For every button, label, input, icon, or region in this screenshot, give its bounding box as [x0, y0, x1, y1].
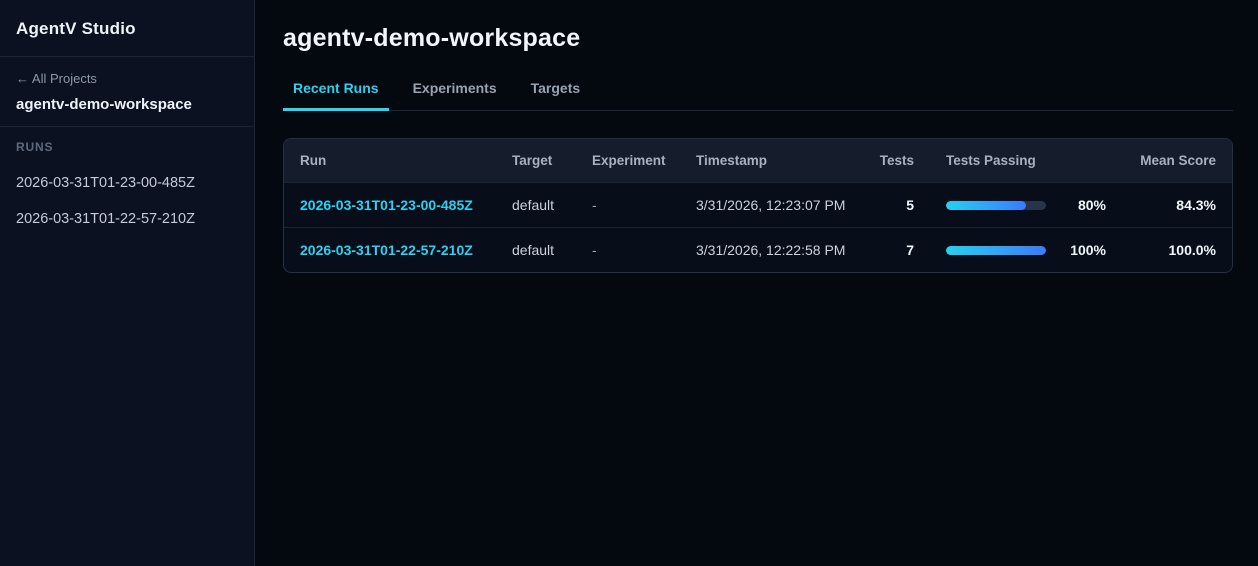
tab-targets[interactable]: Targets [521, 80, 591, 111]
tests-passing-cell: 100% [946, 242, 1106, 258]
sidebar-run-item[interactable]: 2026-03-31T01-23-00-485Z [16, 175, 238, 191]
main-content: agentv-demo-workspace Recent Runs Experi… [255, 0, 1258, 566]
page-title: agentv-demo-workspace [283, 24, 581, 52]
progress-bar-track [946, 245, 1046, 255]
progress-bar-fill [946, 200, 1026, 210]
target-cell: default [512, 242, 555, 258]
column-header-target: Target [512, 153, 553, 168]
table-row: 2026-03-31T01-22-57-210Z default - 3/31/… [284, 227, 1232, 273]
sidebar: AgentV Studio ← All Projects agentv-demo… [0, 0, 255, 566]
tab-experiments[interactable]: Experiments [403, 80, 507, 111]
runs-table-card: Run Target Experiment Timestamp Tests Te… [283, 138, 1233, 273]
column-header-tests-passing: Tests Passing [946, 153, 1036, 168]
target-cell: default [512, 197, 555, 213]
tests-count-cell: 5 [906, 197, 914, 213]
sidebar-header: AgentV Studio [0, 0, 254, 57]
sidebar-workspace-name: agentv-demo-workspace [16, 96, 192, 113]
runs-table: Run Target Experiment Timestamp Tests Te… [284, 139, 1232, 272]
sidebar-runs-section: RUNS 2026-03-31T01-23-00-485Z 2026-03-31… [0, 127, 254, 260]
all-projects-label: All Projects [31, 71, 97, 86]
mean-score-cell: 84.3% [1176, 197, 1216, 213]
column-header-experiment: Experiment [592, 153, 666, 168]
runs-section-heading: RUNS [16, 140, 54, 154]
all-projects-back-link[interactable]: ← All Projects [16, 71, 238, 86]
sidebar-project-section: ← All Projects agentv-demo-workspace [0, 57, 254, 127]
mean-score-cell: 100.0% [1168, 242, 1216, 258]
timestamp-cell: 3/31/2026, 12:23:07 PM [696, 197, 846, 213]
experiment-cell: - [592, 242, 597, 258]
run-link[interactable]: 2026-03-31T01-22-57-210Z [300, 242, 473, 258]
sidebar-run-item[interactable]: 2026-03-31T01-22-57-210Z [16, 211, 238, 227]
back-arrow-icon: ← [16, 71, 29, 86]
column-header-mean-score: Mean Score [1140, 153, 1216, 168]
app-title: AgentV Studio [16, 19, 136, 38]
table-row: 2026-03-31T01-23-00-485Z default - 3/31/… [284, 182, 1232, 228]
column-header-tests: Tests [879, 153, 914, 168]
tests-count-cell: 7 [906, 242, 914, 258]
tab-bar: Recent Runs Experiments Targets [283, 80, 1233, 111]
column-header-run: Run [300, 153, 327, 168]
tests-passing-cell: 80% [946, 197, 1106, 213]
run-link[interactable]: 2026-03-31T01-23-00-485Z [300, 197, 473, 213]
column-header-timestamp: Timestamp [696, 153, 768, 168]
experiment-cell: - [592, 197, 597, 213]
progress-bar-fill [946, 245, 1046, 255]
timestamp-cell: 3/31/2026, 12:22:58 PM [696, 242, 846, 258]
passing-percent-label: 100% [1070, 242, 1106, 258]
table-header-row: Run Target Experiment Timestamp Tests Te… [284, 139, 1232, 183]
progress-bar-track [946, 200, 1046, 210]
passing-percent-label: 80% [1077, 197, 1106, 213]
tab-recent-runs[interactable]: Recent Runs [283, 80, 389, 111]
